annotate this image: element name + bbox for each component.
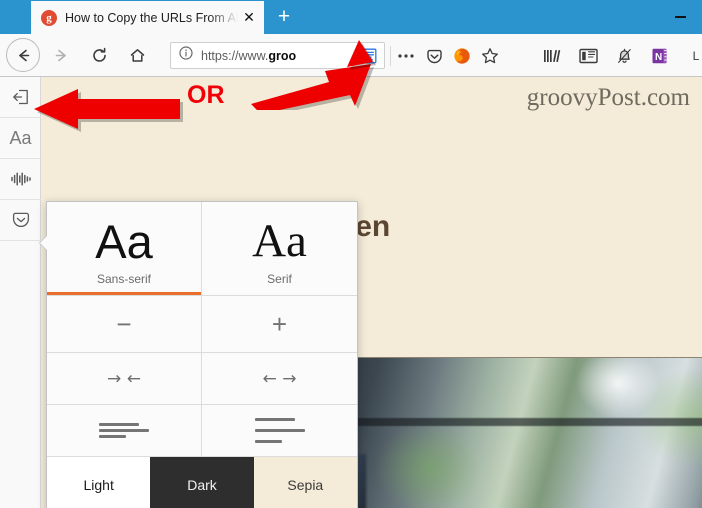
color-theme-row: Light Dark Sepia bbox=[47, 457, 357, 508]
browser-action-icons: N L bbox=[540, 42, 702, 70]
forward-arrow-icon[interactable] bbox=[44, 38, 78, 72]
profile-icon[interactable]: L bbox=[684, 44, 702, 68]
tab-close-icon[interactable]: ✕ bbox=[240, 9, 258, 27]
minimize-button[interactable] bbox=[674, 16, 686, 18]
close-reader-view-button[interactable] bbox=[0, 77, 41, 118]
font-size-decrease-button[interactable]: − bbox=[47, 296, 202, 353]
line-spacing-row bbox=[47, 405, 357, 457]
theme-light-button[interactable]: Light bbox=[47, 457, 151, 508]
browser-tab-active[interactable]: g How to Copy the URLs From All ✕ bbox=[31, 1, 264, 34]
theme-dark-button[interactable]: Dark bbox=[150, 457, 254, 508]
reload-icon[interactable] bbox=[82, 38, 116, 72]
url-prefix: https://www. bbox=[201, 48, 269, 63]
font-serif-button[interactable]: Aa Serif bbox=[202, 202, 357, 296]
content-width-narrow-button[interactable]: → ← bbox=[47, 353, 202, 405]
line-spacing-loose-icon bbox=[254, 418, 305, 443]
pocket-icon[interactable] bbox=[420, 42, 448, 70]
type-controls-label: Aa bbox=[9, 127, 32, 148]
back-arrow-icon[interactable] bbox=[6, 38, 40, 72]
reader-mode-sidebar: Aa bbox=[0, 77, 41, 508]
save-to-pocket-button[interactable] bbox=[0, 200, 41, 241]
font-sans-sample: Aa bbox=[95, 214, 153, 268]
selected-indicator bbox=[47, 292, 201, 295]
page-actions-icon[interactable] bbox=[392, 42, 420, 70]
page-action-icons bbox=[392, 42, 504, 70]
toolbar-divider bbox=[390, 46, 391, 66]
font-serif-sample: Aa bbox=[252, 214, 307, 267]
notifications-muted-icon[interactable] bbox=[612, 44, 636, 68]
tab-title: How to Copy the URLs From All bbox=[65, 10, 240, 25]
new-tab-button[interactable]: + bbox=[272, 6, 296, 30]
address-bar[interactable]: https://www.groo bbox=[170, 42, 385, 69]
arrows-outward-icon: ← → bbox=[262, 368, 297, 389]
window-controls bbox=[658, 0, 702, 34]
reader-type-controls-popup: Aa Sans-serif Aa Serif − + → ← ← → Light… bbox=[46, 201, 358, 508]
minus-icon: − bbox=[116, 308, 132, 339]
line-spacing-decrease-button[interactable] bbox=[47, 405, 202, 457]
arrows-inward-icon: → ← bbox=[107, 368, 141, 389]
line-spacing-increase-button[interactable] bbox=[202, 405, 357, 457]
plus-icon: + bbox=[271, 308, 288, 339]
or-annotation-label: OR bbox=[187, 81, 225, 109]
line-spacing-tight-icon bbox=[99, 423, 149, 438]
svg-text:N: N bbox=[655, 52, 662, 63]
home-icon[interactable] bbox=[120, 38, 154, 72]
page-content-area: Aa groovyPost.com URLs From All Openwser bbox=[0, 77, 702, 508]
type-controls-button[interactable]: Aa bbox=[0, 118, 41, 159]
info-circle-icon[interactable] bbox=[179, 46, 193, 65]
font-sans-serif-button[interactable]: Aa Sans-serif bbox=[47, 202, 202, 296]
site-name: groovyPost.com bbox=[526, 84, 690, 111]
font-size-increase-button[interactable]: + bbox=[202, 296, 357, 353]
url-domain: groo bbox=[268, 48, 297, 63]
theme-sepia-button[interactable]: Sepia bbox=[253, 457, 357, 508]
font-size-row: − + bbox=[47, 296, 357, 353]
content-width-wide-button[interactable]: ← → bbox=[202, 353, 357, 405]
firefox-account-icon[interactable] bbox=[448, 42, 476, 70]
font-serif-label: Serif bbox=[267, 271, 292, 286]
theme-sepia-label: Sepia bbox=[287, 477, 324, 493]
font-family-row: Aa Sans-serif Aa Serif bbox=[47, 202, 357, 296]
tab-strip: g How to Copy the URLs From All ✕ + bbox=[0, 0, 702, 34]
theme-dark-label: Dark bbox=[187, 477, 217, 493]
library-icon[interactable] bbox=[540, 44, 564, 68]
content-width-row: → ← ← → bbox=[47, 353, 357, 405]
font-sans-label: Sans-serif bbox=[96, 271, 152, 286]
bookmark-star-icon[interactable] bbox=[476, 42, 504, 70]
address-bar-text[interactable]: https://www.groo bbox=[201, 49, 356, 63]
browser-window: g How to Copy the URLs From All ✕ + http… bbox=[0, 0, 702, 508]
popup-pointer bbox=[40, 235, 48, 251]
sidebar-icon[interactable] bbox=[576, 44, 600, 68]
onenote-icon[interactable]: N bbox=[648, 44, 672, 68]
theme-light-label: Light bbox=[83, 477, 114, 493]
tab-favicon: g bbox=[41, 9, 57, 26]
reader-view-icon[interactable] bbox=[358, 45, 380, 67]
narrate-button[interactable] bbox=[0, 159, 41, 200]
